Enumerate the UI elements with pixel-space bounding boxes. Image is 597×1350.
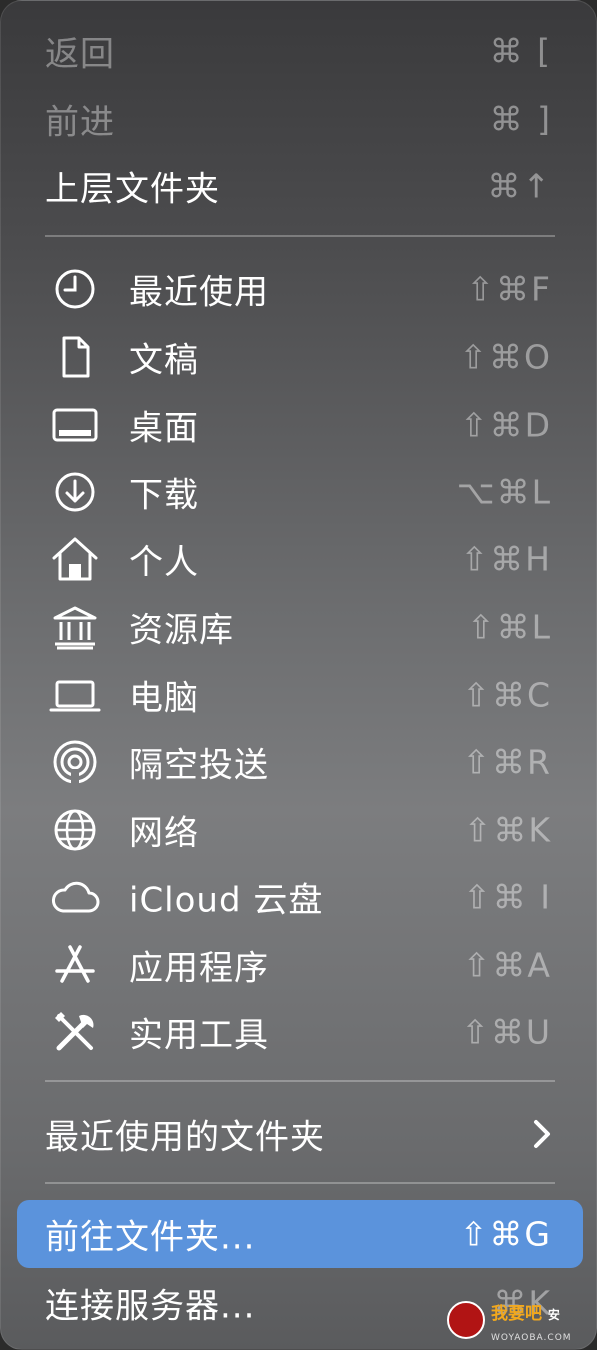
menu-item-downloads[interactable]: 下载 ⌥⌘L xyxy=(1,462,596,522)
menu-item-airdrop[interactable]: 隔空投送 ⇧⌘R xyxy=(1,732,596,792)
menu-item-library[interactable]: 资源库 ⇧⌘L xyxy=(1,597,596,657)
menu-item-documents[interactable]: 文稿 ⇧⌘O xyxy=(1,327,596,387)
menu-item-airdrop-shortcut: ⇧⌘R xyxy=(462,742,552,782)
document-icon xyxy=(49,331,101,383)
menu-item-enclosing-folder[interactable]: 上层文件夹 ⌘↑ xyxy=(1,156,596,216)
menu-item-network-shortcut: ⇧⌘K xyxy=(463,810,552,850)
menu-item-back[interactable]: 返回 ⌘ [ xyxy=(1,21,596,81)
tools-icon xyxy=(49,1006,101,1058)
menu-item-icloud-drive-shortcut: ⇧⌘ I xyxy=(463,877,552,917)
globe-icon xyxy=(49,804,101,856)
watermark-text: 我要吧 安 xyxy=(491,1304,560,1324)
menu-item-applications-label: 应用程序 xyxy=(129,948,269,989)
menu-item-recents-label: 最近使用 xyxy=(129,272,269,313)
menu-item-computer-label: 电脑 xyxy=(129,678,199,719)
menu-item-applications-shortcut: ⇧⌘A xyxy=(462,945,552,985)
menu-item-recent-folders-label: 最近使用的文件夹 xyxy=(45,1117,325,1158)
menu-item-network[interactable]: 网络 ⇧⌘K xyxy=(1,800,596,860)
menu-item-downloads-shortcut: ⌥⌘L xyxy=(456,472,552,512)
menu-separator xyxy=(45,1182,555,1184)
menu-item-desktop-label: 桌面 xyxy=(129,408,199,449)
menu-item-enclosing-folder-shortcut: ⌘↑ xyxy=(487,166,552,206)
menu-item-go-to-folder-label: 前往文件夹... xyxy=(45,1217,256,1258)
menu-item-recents[interactable]: 最近使用 ⇧⌘F xyxy=(1,259,596,319)
menu-item-airdrop-label: 隔空投送 xyxy=(129,745,269,786)
menu-item-forward-shortcut: ⌘ ] xyxy=(489,99,552,139)
menu-item-desktop[interactable]: 桌面 ⇧⌘D xyxy=(1,395,596,455)
menu-item-downloads-label: 下载 xyxy=(129,475,199,516)
menu-item-recents-shortcut: ⇧⌘F xyxy=(466,269,552,309)
menu-item-forward-label: 前进 xyxy=(45,102,115,143)
menu-item-network-label: 网络 xyxy=(129,813,199,854)
menu-item-documents-shortcut: ⇧⌘O xyxy=(459,337,552,377)
menu-item-library-label: 资源库 xyxy=(129,610,234,651)
clock-icon xyxy=(49,263,101,315)
menu-item-go-to-folder-shortcut: ⇧⌘G xyxy=(459,1214,552,1254)
menu-item-home-label: 个人 xyxy=(129,542,199,583)
menu-item-documents-label: 文稿 xyxy=(129,340,199,381)
go-menu: 返回 ⌘ [ 前进 ⌘ ] 上层文件夹 ⌘↑ 最近使用 ⇧⌘F 文稿 ⇧⌘O 桌… xyxy=(0,0,597,1350)
menu-item-go-to-folder[interactable]: 前往文件夹... ⇧⌘G xyxy=(1,1204,596,1264)
menu-item-home[interactable]: 个人 ⇧⌘H xyxy=(1,529,596,589)
menu-item-back-label: 返回 xyxy=(45,34,115,75)
menu-item-library-shortcut: ⇧⌘L xyxy=(466,607,552,647)
menu-item-applications[interactable]: 应用程序 ⇧⌘A xyxy=(1,935,596,995)
menu-item-recent-folders[interactable]: 最近使用的文件夹 xyxy=(1,1104,596,1164)
menu-item-computer[interactable]: 电脑 ⇧⌘C xyxy=(1,665,596,725)
app-store-icon xyxy=(49,939,101,991)
download-icon xyxy=(49,466,101,518)
watermark-logo-icon xyxy=(447,1301,485,1339)
menu-item-forward[interactable]: 前进 ⌘ ] xyxy=(1,89,596,149)
menu-item-home-shortcut: ⇧⌘H xyxy=(460,539,552,579)
menu-item-icloud-drive[interactable]: iCloud 云盘 ⇧⌘ I xyxy=(1,867,596,927)
menu-item-utilities-label: 实用工具 xyxy=(129,1015,269,1056)
watermark-url: WOYAOBA.COM xyxy=(491,1333,572,1343)
watermark: 我要吧 安 WOYAOBA.COM xyxy=(447,1297,587,1347)
desktop-icon xyxy=(49,399,101,451)
home-icon xyxy=(49,533,101,585)
menu-item-utilities[interactable]: 实用工具 ⇧⌘U xyxy=(1,1002,596,1062)
library-icon xyxy=(49,601,101,653)
menu-item-enclosing-folder-label: 上层文件夹 xyxy=(45,169,220,210)
menu-separator xyxy=(45,1080,555,1082)
laptop-icon xyxy=(49,669,101,721)
menu-item-computer-shortcut: ⇧⌘C xyxy=(462,675,552,715)
menu-item-back-shortcut: ⌘ [ xyxy=(489,31,552,71)
menu-item-connect-server-label: 连接服务器... xyxy=(45,1286,256,1327)
airdrop-icon xyxy=(49,736,101,788)
menu-item-icloud-drive-label: iCloud 云盘 xyxy=(129,880,324,921)
chevron-right-icon xyxy=(530,1117,554,1151)
menu-item-desktop-shortcut: ⇧⌘D xyxy=(459,405,552,445)
cloud-icon xyxy=(49,871,101,923)
menu-item-utilities-shortcut: ⇧⌘U xyxy=(461,1012,552,1052)
menu-separator xyxy=(45,235,555,237)
